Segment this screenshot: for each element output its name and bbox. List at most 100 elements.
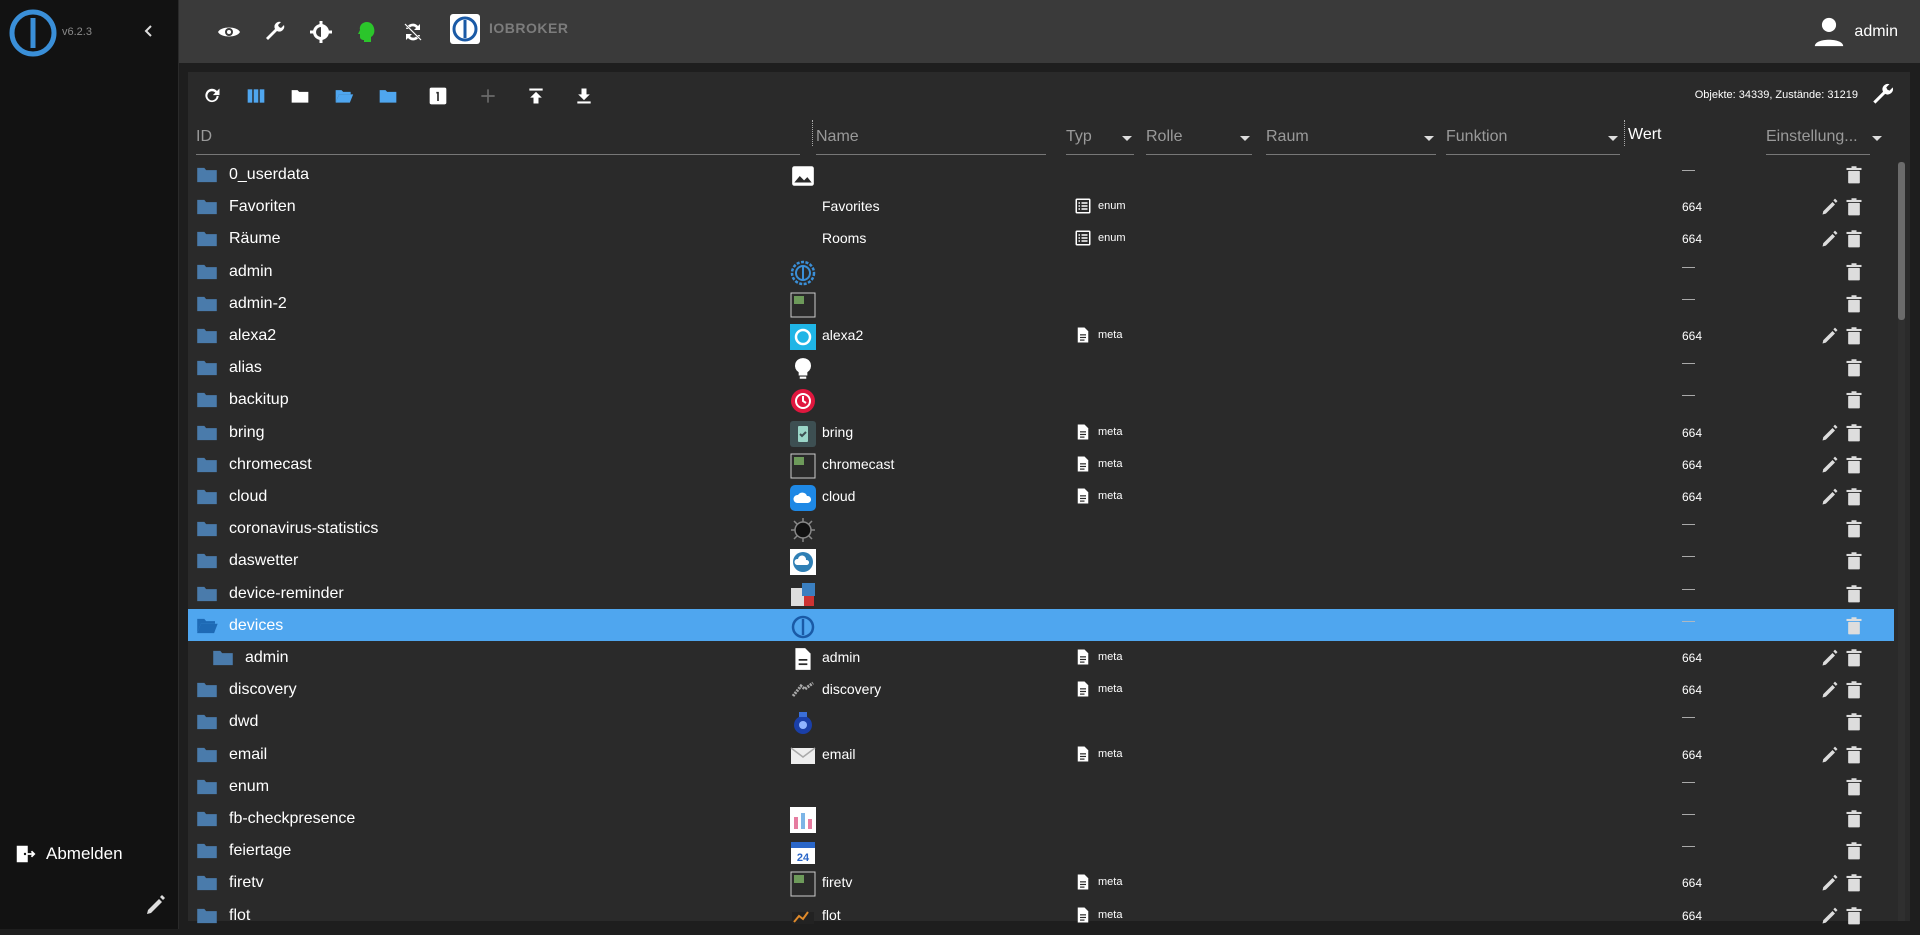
column-role[interactable]: Rolle [1146,128,1252,155]
table-row[interactable]: flot flot meta 664 [188,899,1894,931]
download-button[interactable] [570,82,598,110]
column-value[interactable]: Wert [1628,126,1661,144]
table-row[interactable]: feiertage 24 — [188,834,1894,866]
folder-icon[interactable] [196,908,218,924]
folder-icon[interactable] [196,360,218,376]
column-resize-handle[interactable] [812,120,814,146]
table-row[interactable]: Räume Rooms enum 664 [188,222,1894,254]
column-id[interactable]: ID [196,128,800,155]
folder-button[interactable] [286,82,314,110]
object-rights[interactable]: — [1682,259,1695,274]
sync-button[interactable] [399,18,427,46]
table-row[interactable]: alias — [188,351,1894,383]
object-rights[interactable]: 664 [1682,458,1702,472]
object-rights[interactable]: — [1682,838,1695,853]
column-room[interactable]: Raum [1266,128,1436,155]
trash-icon[interactable] [1844,519,1864,539]
trash-icon[interactable] [1844,390,1864,410]
trash-icon[interactable] [1844,326,1864,346]
eye-button[interactable] [215,18,243,46]
object-rights[interactable]: — [1682,613,1695,628]
table-row[interactable]: enum — [188,770,1894,802]
upload-button[interactable] [522,82,550,110]
trash-icon[interactable] [1844,165,1864,185]
pencil-icon[interactable] [1820,197,1840,217]
trash-icon[interactable] [1844,294,1864,314]
table-row[interactable]: backitup — [188,383,1894,415]
object-rights[interactable]: 664 [1682,876,1702,890]
trash-icon[interactable] [1844,487,1864,507]
pencil-icon[interactable] [1820,745,1840,765]
table-row[interactable]: coronavirus-statistics — [188,512,1894,544]
folder-icon[interactable] [196,521,218,537]
pencil-icon[interactable] [1820,455,1840,475]
object-rights[interactable]: — [1682,806,1695,821]
folder-icon[interactable] [196,296,218,312]
folder-icon[interactable] [196,489,218,505]
table-row[interactable]: daswetter — [188,544,1894,576]
object-rights[interactable]: — [1682,387,1695,402]
pencil-icon[interactable] [1820,906,1840,926]
table-row[interactable]: chromecast chromecast meta 664 [188,448,1894,480]
object-rights[interactable]: — [1682,581,1695,596]
column-function[interactable]: Funktion [1446,128,1620,155]
folder-icon[interactable] [196,199,218,215]
pencil-icon[interactable] [1820,648,1840,668]
folder-icon[interactable] [212,650,234,666]
table-row[interactable]: alexa2 alexa2 meta 664 [188,319,1894,351]
pencil-icon[interactable] [1820,487,1840,507]
folder-icon[interactable] [196,553,218,569]
trash-icon[interactable] [1844,809,1864,829]
folder-icon[interactable] [196,779,218,795]
trash-icon[interactable] [1844,745,1864,765]
user-menu[interactable]: admin [1812,15,1898,49]
expand-all-button[interactable] [330,82,358,110]
trash-icon[interactable] [1844,680,1864,700]
trash-icon[interactable] [1844,551,1864,571]
object-rights[interactable]: 664 [1682,329,1702,343]
table-row[interactable]: 0_userdata — [188,158,1894,190]
folder-icon[interactable] [196,328,218,344]
trash-icon[interactable] [1844,712,1864,732]
trash-icon[interactable] [1844,358,1864,378]
trash-icon[interactable] [1844,455,1864,475]
refresh-button[interactable] [198,82,226,110]
folder-icon[interactable] [196,425,218,441]
object-rights[interactable]: 664 [1682,748,1702,762]
folder-icon[interactable] [196,714,218,730]
object-rights[interactable]: — [1682,774,1695,789]
table-row[interactable]: dwd — [188,705,1894,737]
table-row[interactable]: bring bring meta 664 [188,416,1894,448]
logout-button[interactable]: Abmelden [14,843,123,865]
column-resize-handle[interactable] [1624,120,1626,146]
folder-icon[interactable] [196,586,218,602]
expand-level-button[interactable] [424,82,452,110]
column-settings[interactable]: Einstellung... [1766,128,1882,155]
columns-button[interactable] [242,82,270,110]
pencil-icon[interactable] [1820,680,1840,700]
object-rights[interactable]: — [1682,516,1695,531]
pencil-icon[interactable] [1820,423,1840,443]
object-rights[interactable]: 664 [1682,232,1702,246]
table-row[interactable]: cloud cloud meta 664 [188,480,1894,512]
collapse-sidebar-button[interactable] [138,20,160,42]
trash-icon[interactable] [1844,777,1864,797]
object-rights[interactable]: — [1682,709,1695,724]
table-row[interactable]: devices — [188,608,1894,641]
table-row[interactable]: admin admin meta 664 [188,641,1894,673]
folder-open-icon[interactable] [196,618,218,634]
wrench-icon[interactable] [1870,82,1896,108]
expert-mode-button[interactable] [353,18,381,46]
table-row[interactable]: admin — [188,255,1894,287]
object-rights[interactable]: 664 [1682,651,1702,665]
object-rights[interactable]: 664 [1682,200,1702,214]
object-rights[interactable]: 664 [1682,490,1702,504]
trash-icon[interactable] [1844,648,1864,668]
folder-icon[interactable] [196,392,218,408]
pencil-icon[interactable] [144,893,168,917]
table-row[interactable]: email email meta 664 [188,738,1894,770]
scrollbar-thumb[interactable] [1898,162,1905,320]
object-rights[interactable]: — [1682,355,1695,370]
object-rights[interactable]: 664 [1682,909,1702,923]
settings-button[interactable] [307,18,335,46]
